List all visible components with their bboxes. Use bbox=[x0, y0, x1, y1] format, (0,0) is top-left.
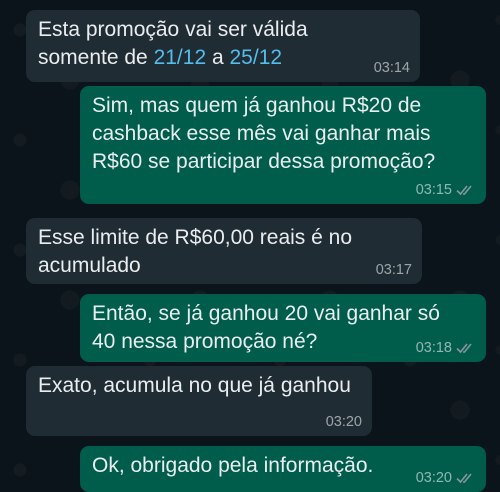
message-time: 03:20 bbox=[415, 470, 452, 486]
message-time: 03:17 bbox=[375, 262, 412, 278]
message-meta: 03:20 bbox=[416, 470, 476, 486]
message-text: Exato, acumula no que já ganhou bbox=[38, 374, 351, 397]
message-time: 03:20 bbox=[325, 414, 362, 430]
message-bubble-outgoing[interactable]: Então, se já ganhou 20 vai ganhar só 40 … bbox=[80, 294, 486, 362]
double-check-icon bbox=[456, 473, 472, 484]
message-bubble-incoming[interactable]: Exato, acumula no que já ganhou 03:20 bbox=[26, 366, 372, 436]
message-time: 03:18 bbox=[415, 340, 452, 356]
double-check-icon bbox=[456, 185, 472, 196]
message-bubble-outgoing[interactable]: Ok, obrigado pela informação. 03:20 bbox=[80, 446, 486, 492]
message-meta: 03:20 bbox=[326, 414, 362, 430]
message-bubble-incoming[interactable]: Esta promoção vai ser válida somente de … bbox=[26, 10, 420, 82]
date-link[interactable]: 21/12 bbox=[154, 46, 207, 69]
date-link[interactable]: 25/12 bbox=[230, 46, 283, 69]
message-bubble-incoming[interactable]: Esse limite de R$60,00 reais é no acumul… bbox=[26, 218, 422, 284]
message-text: Esta promoção vai ser válida somente de … bbox=[38, 18, 308, 69]
message-text: Sim, mas quem já ganhou R$20 de cashback… bbox=[92, 94, 436, 173]
message-meta: 03:18 bbox=[416, 340, 476, 356]
message-meta: 03:17 bbox=[376, 262, 412, 278]
message-bubble-outgoing[interactable]: Sim, mas quem já ganhou R$20 de cashback… bbox=[80, 86, 486, 204]
message-time: 03:15 bbox=[415, 182, 452, 198]
message-meta: 03:15 bbox=[416, 182, 476, 198]
message-meta: 03:14 bbox=[374, 60, 410, 76]
message-text: Esse limite de R$60,00 reais é no acumul… bbox=[38, 226, 353, 277]
double-check-icon bbox=[456, 343, 472, 354]
message-time: 03:14 bbox=[373, 60, 410, 76]
